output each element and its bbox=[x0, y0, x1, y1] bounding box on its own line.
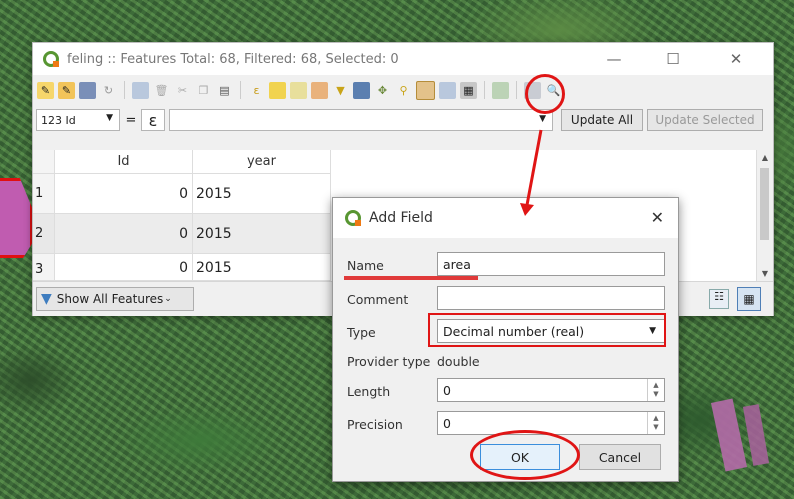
annotation-underline-name bbox=[344, 276, 478, 280]
annotation-arrow bbox=[520, 129, 543, 216]
annotation-circle-ok bbox=[470, 430, 580, 480]
annotation-box-type bbox=[428, 313, 666, 347]
